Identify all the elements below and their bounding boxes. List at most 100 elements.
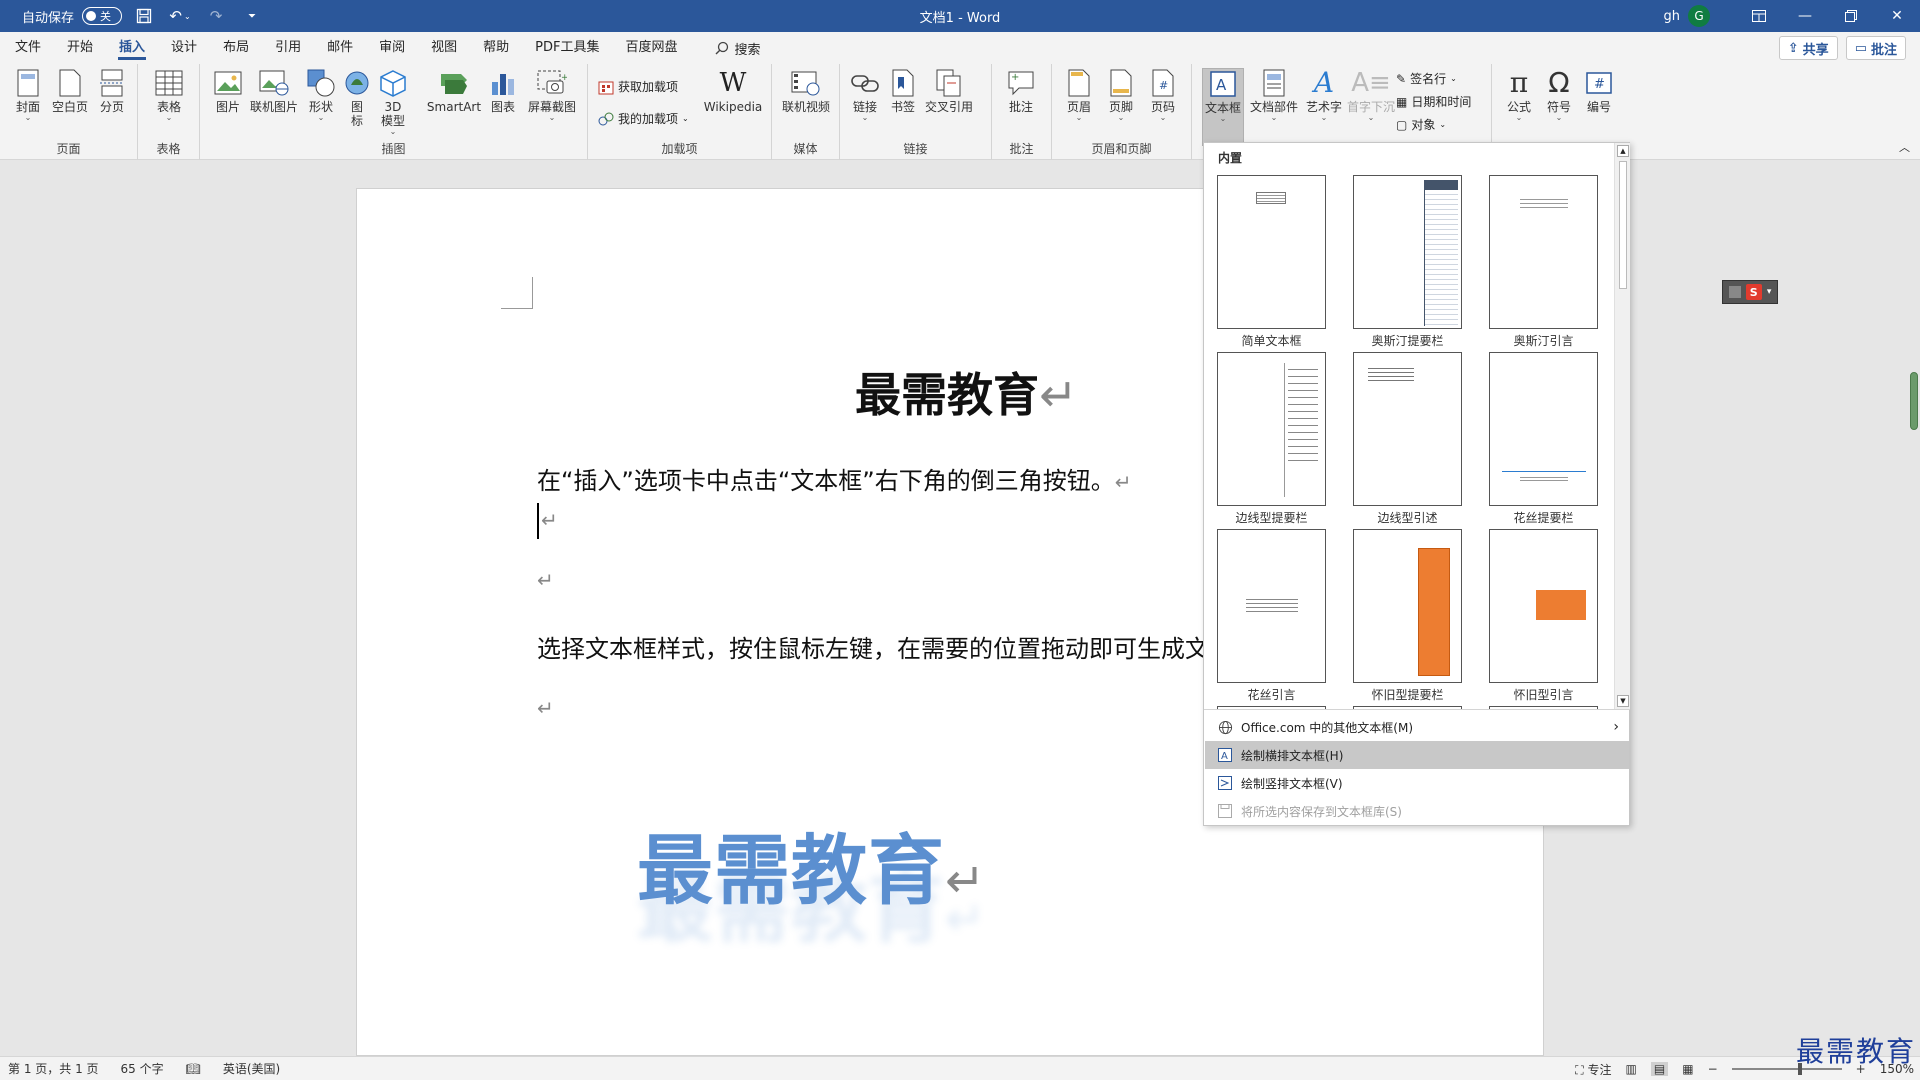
comments-button[interactable]: ▭ 批注 xyxy=(1845,36,1906,60)
menu-item-save-to-gallery[interactable]: 将所选内容保存到文本框库(S) xyxy=(1205,797,1629,825)
read-mode-icon[interactable]: ▥ xyxy=(1626,1062,1637,1076)
cover-button[interactable]: 封面 ⌄ xyxy=(10,68,46,122)
smartart-button[interactable]: SmartArt xyxy=(426,68,482,114)
gallery-item-austin-quote[interactable]: 奥斯汀引言 xyxy=(1489,175,1598,349)
empty-paragraph-1[interactable]: ↵ xyxy=(541,505,558,533)
screenshot-button[interactable]: + 屏幕截图 ⌄ xyxy=(526,68,578,122)
wordart-text[interactable]: 最需教育↵ xyxy=(637,809,986,919)
gallery-item-banded-quote[interactable]: 边线型引述 xyxy=(1353,352,1462,526)
svg-text:#: # xyxy=(1159,79,1168,92)
picture-button[interactable]: 图片 xyxy=(212,68,244,114)
menu-item-more-textboxes[interactable]: Office.com 中的其他文本框(M) › xyxy=(1205,713,1629,741)
focus-mode-button[interactable]: ⛶ 专注 xyxy=(1575,1061,1611,1078)
share-label: 共享 xyxy=(1802,42,1829,58)
number-button[interactable]: # 编号 xyxy=(1582,68,1616,114)
online-video-button[interactable]: 联机视频 xyxy=(780,68,832,114)
my-addins-button[interactable]: 我的加载项 ⌄ xyxy=(598,110,689,127)
online-picture-button[interactable]: 联机图片 xyxy=(248,68,300,114)
document-canvas[interactable]: 最需教育↵ 在“插入”选项卡中点击“文本框”右下角的倒三角按钮。↵ ↵ ↵ 选择… xyxy=(0,160,1920,1056)
minimize-icon[interactable]: — xyxy=(1782,0,1828,32)
get-addins-button[interactable]: 获取加载项 xyxy=(598,78,678,95)
tab-view[interactable]: 视图 xyxy=(418,32,470,64)
gallery-item-simple-textbox[interactable]: 简单文本框 xyxy=(1217,175,1326,349)
gallery-scrollbar[interactable]: ▲ ▼ xyxy=(1614,143,1630,709)
web-layout-icon[interactable]: ▦ xyxy=(1682,1062,1693,1076)
ribbon-display-options-icon[interactable] xyxy=(1736,0,1782,32)
undo-icon[interactable]: ↶ ⌄ xyxy=(166,4,194,28)
tab-design[interactable]: 设计 xyxy=(158,32,210,64)
user-avatar[interactable]: G xyxy=(1688,5,1710,27)
wikipedia-button[interactable]: W Wikipedia xyxy=(700,68,766,114)
collapse-ribbon-icon[interactable]: ︿ xyxy=(1899,139,1910,155)
menu-item-draw-vertical-textbox[interactable]: 绘制竖排文本框(V) xyxy=(1205,769,1629,797)
gallery-item-filigree-sidebar[interactable]: 花丝提要栏 xyxy=(1489,352,1598,526)
gallery-item-retro-quote[interactable]: 怀旧型引言 xyxy=(1489,529,1598,703)
restore-icon[interactable] xyxy=(1828,0,1874,32)
save-icon[interactable] xyxy=(130,4,158,28)
tab-layout[interactable]: 布局 xyxy=(210,32,262,64)
proofing-icon[interactable]: 📖︎ xyxy=(186,1062,201,1076)
wordart-button[interactable]: A 艺术字 ⌄ xyxy=(1302,68,1346,122)
tab-review[interactable]: 审阅 xyxy=(366,32,418,64)
tab-insert[interactable]: 插入 xyxy=(106,32,158,64)
equation-button[interactable]: π 公式 ⌄ xyxy=(1502,68,1536,122)
gallery-item-banded-sidebar[interactable]: 边线型提要栏 xyxy=(1217,352,1326,526)
sogou-ime-toolbar[interactable]: S ▾ xyxy=(1722,280,1778,304)
user-name[interactable]: gh xyxy=(1664,9,1681,24)
gallery-item-austin-sidebar[interactable]: 奥斯汀提要栏 xyxy=(1353,175,1462,349)
share-button[interactable]: ⇪ 共享 xyxy=(1778,36,1838,60)
zoom-out-icon[interactable]: − xyxy=(1708,1062,1718,1076)
textbox-button[interactable]: A 文本框 ⌄ xyxy=(1202,68,1244,146)
scroll-up-icon[interactable]: ▲ xyxy=(1617,145,1629,157)
tab-references[interactable]: 引用 xyxy=(262,32,314,64)
quick-parts-button[interactable]: 文档部件 ⌄ xyxy=(1248,68,1300,122)
autosave-toggle[interactable]: 关 xyxy=(82,7,123,25)
3d-model-button[interactable]: 3D 模型 ⌄ xyxy=(376,68,410,136)
cross-reference-button[interactable]: 交叉引用 xyxy=(922,68,976,114)
table-button[interactable]: 表格 ⌄ xyxy=(152,68,186,122)
paragraph-1[interactable]: 在“插入”选项卡中点击“文本框”右下角的倒三角按钮。↵ xyxy=(537,461,1132,496)
empty-paragraph-2[interactable]: ↵ xyxy=(537,565,554,593)
tab-baidu-netdisk[interactable]: 百度网盘 xyxy=(612,32,690,64)
gallery-item-filigree-quote[interactable]: 花丝引言 xyxy=(1217,529,1326,703)
tab-pdf-tools[interactable]: PDF工具集 xyxy=(522,32,612,64)
page-count[interactable]: 第 1 页，共 1 页 xyxy=(8,1060,99,1077)
signature-line-button[interactable]: ✎ 签名行 ⌄ xyxy=(1396,70,1457,87)
language[interactable]: 英语(美国) xyxy=(223,1060,280,1077)
empty-paragraph-3[interactable]: ↵ xyxy=(537,693,554,721)
document-heading[interactable]: 最需教育↵ xyxy=(855,359,1078,425)
tab-file[interactable]: 文件 xyxy=(2,32,54,64)
header-button[interactable]: 页眉 ⌄ xyxy=(1062,68,1096,122)
object-button[interactable]: ▢ 对象 ⌄ xyxy=(1396,116,1446,133)
print-layout-icon[interactable]: ▤ xyxy=(1650,1062,1669,1076)
blank-page-button[interactable]: 空白页 xyxy=(50,68,90,114)
date-time-button[interactable]: ▦ 日期和时间 xyxy=(1396,93,1471,110)
icons-button[interactable]: 图 标 xyxy=(342,68,372,128)
tab-home[interactable]: 开始 xyxy=(54,32,106,64)
shapes-button[interactable]: 形状 ⌄ xyxy=(304,68,338,122)
customize-qat-icon[interactable]: ⏷ xyxy=(238,4,266,28)
paragraph-2[interactable]: 选择文本框样式，按住鼠标左键，在需要的位置拖动即可生成文 xyxy=(537,629,1209,664)
drop-cap-icon: A≡ xyxy=(1351,68,1391,98)
word-count[interactable]: 65 个字 xyxy=(121,1060,164,1077)
tab-mailings[interactable]: 邮件 xyxy=(314,32,366,64)
menu-item-draw-horizontal-textbox[interactable]: A 绘制横排文本框(H) xyxy=(1205,741,1629,769)
redo-icon[interactable]: ↷ xyxy=(202,4,230,28)
tab-help[interactable]: 帮助 xyxy=(470,32,522,64)
vertical-scrollbar-thumb[interactable] xyxy=(1910,372,1918,430)
drop-cap-button[interactable]: A≡ 首字下沉 ⌄ xyxy=(1346,68,1396,122)
gallery-scroll-thumb[interactable] xyxy=(1619,161,1627,289)
scroll-down-icon[interactable]: ▼ xyxy=(1617,695,1629,707)
close-icon[interactable]: ✕ xyxy=(1874,0,1920,32)
link-button[interactable]: 链接 ⌄ xyxy=(848,68,882,122)
new-comment-button[interactable]: + 批注 xyxy=(1004,68,1038,114)
bookmark-button[interactable]: 书签 xyxy=(888,68,918,114)
chart-button[interactable]: 图表 xyxy=(488,68,518,114)
gallery-item-retro-sidebar[interactable]: 怀旧型提要栏 xyxy=(1353,529,1462,703)
chevron-down-icon: ▾ xyxy=(1766,287,1772,297)
search-box[interactable]: 搜索 xyxy=(715,39,761,58)
page-break-button[interactable]: 分页 xyxy=(94,68,130,114)
page-number-button[interactable]: # 页码 ⌄ xyxy=(1146,68,1180,122)
symbol-button[interactable]: Ω 符号 ⌄ xyxy=(1542,68,1576,122)
footer-button[interactable]: 页脚 ⌄ xyxy=(1104,68,1138,122)
